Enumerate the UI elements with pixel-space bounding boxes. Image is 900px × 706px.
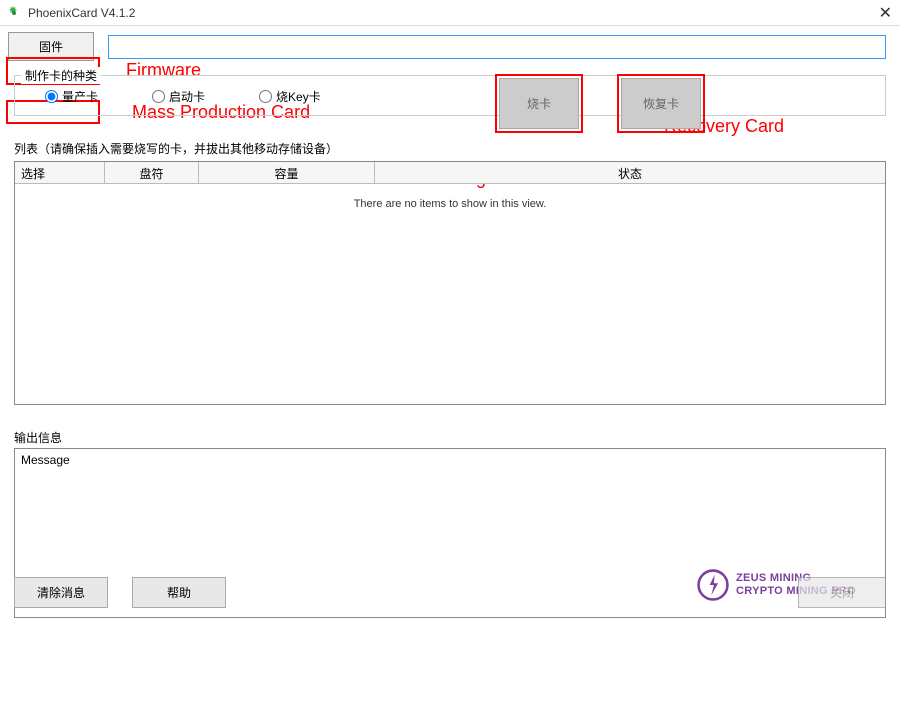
table-body: There are no items to show in this view. <box>15 184 885 404</box>
radio-key-input[interactable] <box>259 90 272 103</box>
th-drive[interactable]: 盘符 <box>105 162 199 183</box>
burn-button[interactable]: 烧卡 <box>499 78 579 129</box>
radio-mass-label: 量产卡 <box>62 88 98 105</box>
card-type-group: 制作卡的种类 量产卡 启动卡 烧Key卡 烧卡 恢复卡 <box>14 75 886 116</box>
card-type-label: 制作卡的种类 <box>21 67 101 84</box>
window-title: PhoenixCard V4.1.2 <box>28 6 135 20</box>
firmware-input[interactable] <box>108 35 886 59</box>
device-table: 选择 盘符 容量 状态 There are no items to show i… <box>14 161 886 405</box>
app-icon <box>6 5 22 21</box>
annotation-box-burn: 烧卡 <box>495 74 583 133</box>
device-list-label: 列表（请确保插入需要烧写的卡，并拔出其他移动存储设备） <box>14 140 886 157</box>
radio-key[interactable]: 烧Key卡 <box>259 88 321 105</box>
logo-icon <box>696 568 730 602</box>
firmware-button[interactable]: 固件 <box>8 32 94 61</box>
titlebar: PhoenixCard V4.1.2 ✕ <box>0 0 900 26</box>
device-list-section: 列表（请确保插入需要烧写的卡，并拔出其他移动存储设备） 选择 盘符 容量 状态 … <box>14 140 886 405</box>
bottom-bar: 清除消息 帮助 ZEUS MINING CRYPTO MINING PRO 关闭 <box>14 577 886 608</box>
annotation-box-recover: 恢复卡 <box>617 74 705 133</box>
close-button[interactable]: 关闭 <box>798 577 886 608</box>
radio-key-label: 烧Key卡 <box>276 88 321 105</box>
close-icon[interactable]: ✕ <box>879 3 892 23</box>
radio-startup-label: 启动卡 <box>169 88 205 105</box>
radio-startup[interactable]: 启动卡 <box>152 88 205 105</box>
empty-list-text: There are no items to show in this view. <box>354 198 547 210</box>
radio-startup-input[interactable] <box>152 90 165 103</box>
output-label: 输出信息 <box>14 429 886 446</box>
th-select[interactable]: 选择 <box>15 162 105 183</box>
th-capacity[interactable]: 容量 <box>199 162 375 183</box>
table-header: 选择 盘符 容量 状态 <box>15 162 885 184</box>
th-status[interactable]: 状态 <box>375 162 885 183</box>
help-button[interactable]: 帮助 <box>132 577 226 608</box>
recover-button[interactable]: 恢复卡 <box>621 78 701 129</box>
radio-mass-input[interactable] <box>45 90 58 103</box>
clear-button[interactable]: 清除消息 <box>14 577 108 608</box>
output-message: Message <box>21 453 70 467</box>
radio-mass-production[interactable]: 量产卡 <box>45 88 98 105</box>
